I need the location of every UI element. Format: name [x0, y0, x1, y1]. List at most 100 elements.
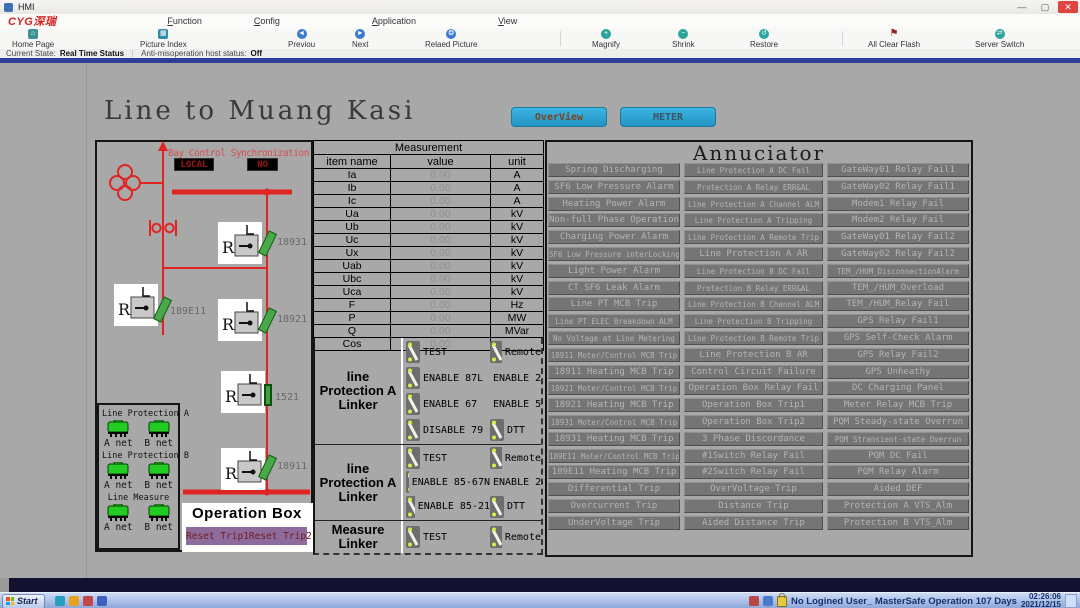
annunciator-tile[interactable]: OverVoltage Trip: [684, 482, 823, 496]
all-clear-flash-button[interactable]: ⚑ All Clear Flash: [868, 29, 920, 49]
annunciator-tile[interactable]: 18921 Moter/Control MCB Trip: [548, 381, 680, 395]
linker-switch-icon[interactable]: [406, 341, 420, 363]
annunciator-tile[interactable]: Protection B Relay ERR&AL: [684, 281, 823, 295]
annunciator-tile[interactable]: 18911 Moter/Control MCB Trip: [548, 348, 680, 362]
overview-button[interactable]: OverView: [511, 107, 607, 127]
annunciator-tile[interactable]: 189E11 Moter/Control MCB Trip: [548, 449, 680, 463]
start-button[interactable]: Start: [2, 594, 45, 608]
maximize-button[interactable]: ▢: [1035, 1, 1055, 13]
linker-switch-icon[interactable]: [406, 471, 409, 493]
reset-trip2-button[interactable]: Reset Trip2: [249, 531, 312, 542]
annunciator-tile[interactable]: Line Protection B DC Fail: [684, 264, 823, 278]
breaker-box-189E11[interactable]: R: [114, 284, 158, 326]
annunciator-tile[interactable]: TEM_/HUM_Overload: [827, 281, 969, 295]
annunciator-tile[interactable]: Operation Box Relay Fail: [684, 381, 823, 395]
home-page-button[interactable]: ⌂ Home Page: [12, 29, 54, 49]
annunciator-tile[interactable]: Line Protection A DC Fail: [684, 163, 823, 177]
linker-switch-icon[interactable]: [490, 526, 502, 548]
annunciator-tile[interactable]: SF6 Low Pressure interLocking: [548, 247, 680, 261]
annunciator-tile[interactable]: Line Protection A AR: [684, 247, 823, 261]
picture-index-button[interactable]: ▦ Picture Index: [140, 29, 187, 49]
annunciator-tile[interactable]: No Voltage at Line Metering: [548, 331, 680, 345]
annunciator-tile[interactable]: DC Charging Panel: [827, 381, 969, 395]
annunciator-tile[interactable]: GPS Relay Fail1: [827, 314, 969, 328]
linker-switch-icon[interactable]: [406, 393, 420, 415]
shrink-button[interactable]: − Shrink: [672, 29, 695, 49]
annunciator-tile[interactable]: SF6 Low Pressure Alarm: [548, 180, 680, 194]
annunciator-tile[interactable]: GateWay01 Relay Fail2: [827, 230, 969, 244]
annunciator-tile[interactable]: TEM_/HUM_DisconnectionAlarm: [827, 264, 969, 278]
lock-icon[interactable]: [777, 596, 787, 607]
annunciator-tile[interactable]: GateWay01 Relay Fail1: [827, 163, 969, 177]
breaker-box-1521[interactable]: R: [221, 371, 265, 413]
annunciator-tile[interactable]: GPS Self-Check Alarm: [827, 331, 969, 345]
next-button[interactable]: ► Next: [352, 29, 368, 49]
quick-launch-icon[interactable]: [97, 596, 107, 606]
linker-switch-icon[interactable]: [406, 496, 415, 518]
menu-view[interactable]: View: [492, 16, 523, 26]
server-switch-button[interactable]: ⇄ Server Switch: [975, 29, 1024, 49]
magnify-button[interactable]: + Magnify: [592, 29, 620, 49]
annunciator-tile[interactable]: PQM Relay Alarm: [827, 465, 969, 479]
annunciator-tile[interactable]: Meter Relay MCB Trip: [827, 398, 969, 412]
tray-alarm-icon[interactable]: [749, 596, 759, 606]
annunciator-tile[interactable]: Non-full Phase Operation: [548, 213, 680, 227]
annunciator-tile[interactable]: Overcurrent Trip: [548, 499, 680, 513]
tray-network-icon[interactable]: [763, 596, 773, 606]
annunciator-tile[interactable]: Line Protection A Remote Trip: [684, 230, 823, 244]
menu-config[interactable]: Config: [248, 16, 286, 26]
annunciator-tile[interactable]: GateWay02 Relay Fail2: [827, 247, 969, 261]
annunciator-tile[interactable]: Line Protection B Channel ALM: [684, 297, 823, 311]
annunciator-tile[interactable]: Charging Power Alarm: [548, 230, 680, 244]
annunciator-tile[interactable]: PQM DC Fail: [827, 449, 969, 463]
annunciator-tile[interactable]: Heating Power Alarm: [548, 197, 680, 211]
close-button[interactable]: ✕: [1058, 1, 1078, 13]
linker-switch-icon[interactable]: [490, 496, 504, 518]
linker-switch-icon[interactable]: [406, 419, 420, 441]
annunciator-tile[interactable]: Line PT MCB Trip: [548, 297, 680, 311]
annunciator-tile[interactable]: Line Protection B AR: [684, 348, 823, 362]
annunciator-tile[interactable]: 18931 Moter/Control MCB Trip: [548, 415, 680, 429]
reset-trip1-button[interactable]: Reset Trip1: [186, 531, 249, 542]
annunciator-tile[interactable]: Spring Discharging: [548, 163, 680, 177]
annunciator-tile[interactable]: Aided Distance Trip: [684, 516, 823, 530]
annunciator-tile[interactable]: 18931 Heating MCB Trip: [548, 432, 680, 446]
linker-switch-icon[interactable]: [406, 367, 420, 389]
annunciator-tile[interactable]: Distance Trip: [684, 499, 823, 513]
breaker-box-18911[interactable]: R: [221, 448, 265, 490]
annunciator-tile[interactable]: Differential Trip: [548, 482, 680, 496]
previous-button[interactable]: ◄ Previou: [288, 29, 315, 49]
quick-launch-icon[interactable]: [55, 596, 65, 606]
menu-application[interactable]: Application: [366, 16, 422, 26]
annunciator-tile[interactable]: GPS Relay Fail2: [827, 348, 969, 362]
breaker-box-18931[interactable]: R: [218, 222, 262, 264]
annunciator-tile[interactable]: #1Switch Relay Fail: [684, 449, 823, 463]
annunciator-tile[interactable]: PQM Steady-state Overrun: [827, 415, 969, 429]
annunciator-tile[interactable]: Line Protection A Channel ALM: [684, 197, 823, 211]
annunciator-tile[interactable]: Line Protection A Tripping: [684, 213, 823, 227]
breaker-box-18921[interactable]: R: [218, 299, 262, 341]
annunciator-tile[interactable]: GateWay02 Relay Fail1: [827, 180, 969, 194]
annunciator-tile[interactable]: TEM_/HUM_Relay Fail: [827, 297, 969, 311]
annunciator-tile[interactable]: CT SF6 Leak Alarm: [548, 281, 680, 295]
annunciator-tile[interactable]: Line PT ELEC Breakdown ALM: [548, 314, 680, 328]
annunciator-tile[interactable]: Control Circuit Failure: [684, 365, 823, 379]
minimize-button[interactable]: —: [1012, 1, 1032, 13]
annunciator-tile[interactable]: Modem2 Relay Fail: [827, 213, 969, 227]
annunciator-tile[interactable]: Protection A VTS_Alm: [827, 499, 969, 513]
meter-button[interactable]: METER: [620, 107, 716, 127]
linker-switch-icon[interactable]: [406, 526, 420, 548]
linker-switch-icon[interactable]: [490, 341, 502, 363]
annunciator-tile[interactable]: PQM Stransient-state Overrun: [827, 432, 969, 446]
annunciator-tile[interactable]: 18911 Heating MCB Trip: [548, 365, 680, 379]
quick-launch-icon[interactable]: [69, 596, 79, 606]
annunciator-tile[interactable]: Operation Box Trip1: [684, 398, 823, 412]
restore-button[interactable]: ↺ Restore: [750, 29, 778, 49]
annunciator-tile[interactable]: Protection B VTS_Alm: [827, 516, 969, 530]
annunciator-tile[interactable]: Line Protection B Remote Trip: [684, 331, 823, 345]
annunciator-tile[interactable]: Line Protection B Tripping: [684, 314, 823, 328]
linker-switch-icon[interactable]: [490, 447, 502, 469]
annunciator-tile[interactable]: 189E11 Heating MCB Trip: [548, 465, 680, 479]
annunciator-tile[interactable]: Protection A Relay ERR&AL: [684, 180, 823, 194]
annunciator-tile[interactable]: UnderVoltage Trip: [548, 516, 680, 530]
